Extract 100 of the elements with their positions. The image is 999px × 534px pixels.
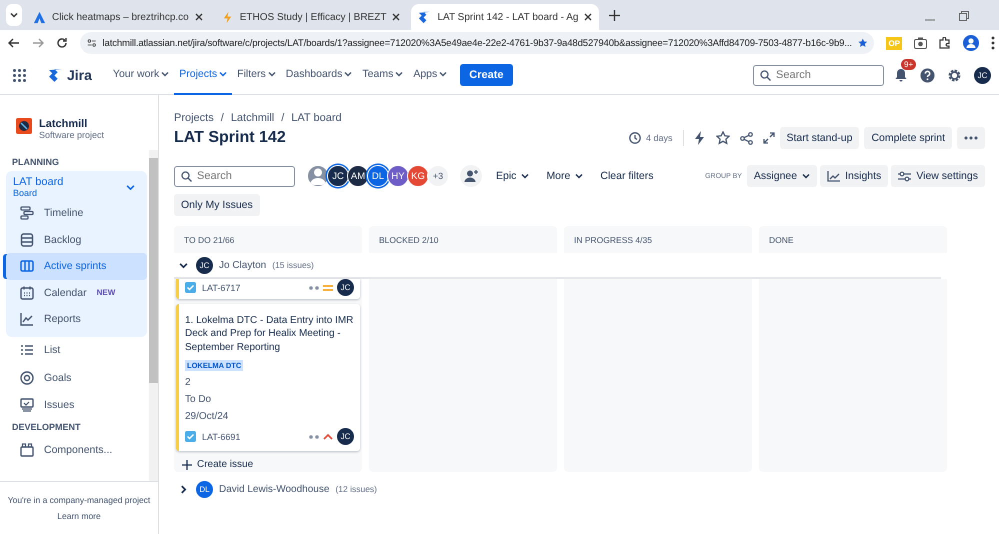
- breadcrumb-link[interactable]: LAT board: [291, 112, 342, 124]
- add-people-icon[interactable]: [460, 165, 482, 187]
- camera-icon[interactable]: [914, 37, 927, 49]
- only-my-issues-button[interactable]: Only My Issues: [174, 194, 260, 216]
- chevron-icon: [344, 70, 352, 78]
- filter-dropdown[interactable]: More: [539, 165, 590, 187]
- help-icon[interactable]: [920, 68, 935, 82]
- issue-card[interactable]: LAT-6717 JC: [176, 279, 360, 299]
- create-button[interactable]: Create: [460, 64, 513, 86]
- tab-title: Click heatmaps – breztrihcp.co: [52, 12, 189, 22]
- filter-dropdown[interactable]: Epic: [489, 165, 536, 187]
- insights-button[interactable]: Insights: [820, 165, 888, 187]
- breadcrumb-link[interactable]: Projects: [174, 112, 214, 124]
- more-actions-button[interactable]: [957, 127, 985, 149]
- nav-menu[interactable]: Projects: [174, 56, 232, 94]
- sliders-icon: [898, 170, 912, 182]
- nav-menu[interactable]: Dashboards: [280, 56, 358, 94]
- lightning-icon[interactable]: [694, 131, 706, 145]
- story-points: 2: [185, 377, 192, 388]
- reload-icon[interactable]: [56, 37, 68, 49]
- create-issue-button[interactable]: Create issue: [176, 456, 260, 474]
- more-icon[interactable]: [991, 36, 995, 50]
- learn-more-link[interactable]: Learn more: [57, 511, 101, 521]
- sidebar-item[interactable]: Calendar NEW: [6, 280, 147, 306]
- assignee-avatar: JC: [337, 428, 354, 446]
- more-icon: [964, 136, 978, 140]
- group-by-dropdown[interactable]: Assignee: [746, 165, 818, 187]
- search-field[interactable]: Search: [753, 64, 884, 86]
- close-icon[interactable]: [584, 13, 592, 21]
- issue-key[interactable]: LAT-6717: [202, 282, 240, 292]
- priority-medium-icon: [323, 284, 333, 292]
- sidebar-item[interactable]: Timeline: [6, 200, 147, 226]
- assignee-avatar[interactable]: JC: [327, 165, 349, 187]
- clear-filters-button[interactable]: Clear filters: [593, 165, 660, 187]
- breadcrumb-separator: /: [220, 112, 224, 124]
- assignee-name: Jo Clayton: [219, 260, 266, 270]
- nav-menu[interactable]: Your work: [108, 56, 174, 94]
- issue-summary: 1. Lokelma DTC - Data Entry into IMR Deck and Prep for Healix Meeting - September Reporting: [185, 314, 354, 354]
- sidebar-item[interactable]: Active sprints: [6, 253, 147, 280]
- tab-search-button[interactable]: [6, 4, 22, 26]
- chart-icon: [827, 170, 840, 182]
- person-avatar[interactable]: [307, 165, 329, 187]
- sidebar-item[interactable]: List: [6, 336, 147, 364]
- jira-logo-icon[interactable]: [48, 68, 63, 82]
- section-heading: PLANNING: [11, 156, 60, 169]
- more-avatars-button[interactable]: +3: [427, 165, 449, 187]
- timeline-icon: [20, 206, 34, 220]
- user-avatar[interactable]: JC: [974, 66, 991, 84]
- issue-count: (12 issues): [335, 484, 378, 494]
- settings-icon[interactable]: [947, 68, 962, 82]
- board-title[interactable]: LAT board: [13, 176, 64, 188]
- bell-icon[interactable]: [894, 68, 908, 82]
- close-icon[interactable]: [194, 13, 203, 21]
- app-switcher-icon[interactable]: [13, 68, 26, 82]
- chevron-icon[interactable]: [126, 182, 135, 192]
- sidebar-item[interactable]: Reports: [6, 306, 147, 332]
- sidebar-item[interactable]: Components...: [6, 436, 147, 464]
- breadcrumb-separator: /: [281, 112, 284, 124]
- calendar-icon: [20, 286, 34, 300]
- nav-menu[interactable]: Teams: [357, 56, 408, 94]
- browser-tab[interactable]: Click heatmaps – breztrihcp.co: [26, 4, 210, 30]
- product-name[interactable]: Jira: [67, 67, 92, 83]
- expand-icon[interactable]: [762, 132, 775, 144]
- scrollbar[interactable]: [149, 150, 158, 481]
- minimize-icon[interactable]: [925, 19, 935, 21]
- browser-tab[interactable]: LAT Sprint 142 - LAT board - Ag: [411, 4, 600, 30]
- close-icon[interactable]: [392, 13, 400, 21]
- action-button[interactable]: Start stand-up: [780, 127, 860, 149]
- star-icon[interactable]: [716, 131, 730, 145]
- assignee-avatar[interactable]: DL: [367, 165, 389, 187]
- profile-icon[interactable]: [963, 35, 979, 51]
- address-field[interactable]: latchmill.atlassian.net/jira/software/c/projects/LAT/boards/1?assignee=712020%3A5e49ae4e-22e2-4761-9b37-9a48d527940b&assignee=712020%3Affd84709-7503-4877-b16c-9b9...: [80, 32, 874, 54]
- breadcrumb-link[interactable]: Latchmill: [230, 112, 274, 124]
- project-icon: [16, 118, 32, 134]
- sidebar-item[interactable]: Goals: [6, 364, 147, 392]
- view-settings-button[interactable]: View settings: [891, 165, 985, 187]
- action-button[interactable]: Complete sprint: [864, 127, 952, 149]
- assignee-avatar[interactable]: AM: [347, 165, 369, 187]
- project-name: Latchmill: [39, 118, 88, 130]
- assignee-avatar: DL: [196, 480, 213, 498]
- sidebar-item[interactable]: Backlog: [6, 226, 147, 253]
- sidebar-item[interactable]: Issues: [6, 392, 147, 419]
- nav-menu[interactable]: Filters: [232, 56, 281, 94]
- browser-tab[interactable]: ETHOS Study | Efficacy | BREZT: [214, 4, 408, 30]
- puzzle-icon[interactable]: [939, 37, 951, 49]
- share-icon[interactable]: [740, 132, 753, 144]
- back-icon[interactable]: [8, 37, 20, 49]
- site-settings-icon[interactable]: [87, 37, 97, 49]
- new-label: NEW: [96, 288, 116, 298]
- forward-icon[interactable]: [32, 37, 44, 49]
- restore-icon[interactable]: [959, 11, 969, 21]
- star-icon[interactable]: [858, 37, 868, 49]
- issues-icon: [20, 398, 34, 412]
- new-tab-icon[interactable]: [609, 10, 620, 21]
- issue-key[interactable]: LAT-6691: [202, 432, 240, 442]
- search-field[interactable]: Search: [174, 166, 295, 186]
- sprint-title: LAT Sprint 142: [174, 129, 286, 147]
- nav-menu[interactable]: Apps: [408, 56, 452, 94]
- assignee-avatar[interactable]: HY: [387, 165, 409, 187]
- assignee-avatar[interactable]: KG: [407, 165, 429, 187]
